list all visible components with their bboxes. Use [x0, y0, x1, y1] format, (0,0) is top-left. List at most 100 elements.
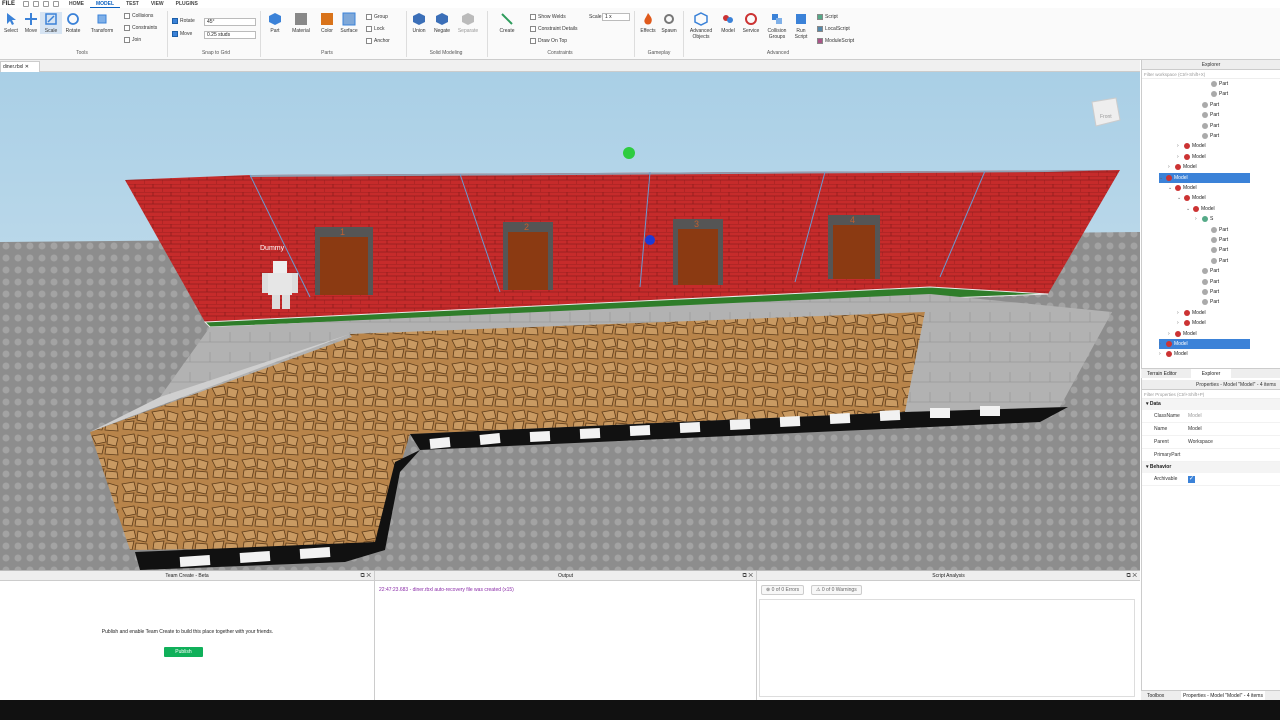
scale-tool-button[interactable]: Scale	[40, 12, 62, 34]
part-button[interactable]: Part	[264, 12, 286, 34]
explorer-tree-row[interactable]: Part	[1195, 131, 1219, 141]
property-row[interactable]: PrimaryPart	[1142, 449, 1280, 462]
explorer-tree-row[interactable]: Part	[1204, 225, 1228, 235]
color-button[interactable]: Color	[316, 12, 338, 34]
explorer-tree-row[interactable]: Part	[1204, 245, 1228, 255]
chevron-right-icon[interactable]: ›	[1159, 349, 1164, 359]
move-tool-button[interactable]: Move	[20, 12, 42, 34]
publish-button[interactable]: Publish	[164, 647, 203, 657]
chevron-right-icon[interactable]: ›	[1168, 329, 1173, 339]
3d-viewport[interactable]: 1 2 3 4 Dummy Front	[0, 72, 1140, 570]
explorer-tree-row[interactable]: Part	[1195, 121, 1219, 131]
float-panel-icon[interactable]: ⧉	[1126, 573, 1130, 579]
move-snap-checkbox[interactable]: Move	[172, 31, 192, 37]
draw-on-top-toggle[interactable]: Draw On Top	[530, 38, 567, 44]
explorer-tree-row[interactable]: ⌄ Model	[1159, 172, 1250, 183]
create-constraint-button[interactable]: Create	[496, 12, 518, 34]
tab-plugins[interactable]: PLUGINS	[170, 0, 204, 8]
select-tool-button[interactable]: Select	[0, 12, 22, 34]
tab-view[interactable]: VIEW	[145, 0, 170, 8]
properties-filter-input[interactable]: Filter Properties (Ctrl+Shift+P)	[1142, 390, 1280, 399]
explorer-tree-row[interactable]: › Model	[1177, 318, 1206, 328]
explorer-tree-row[interactable]: Part	[1195, 277, 1219, 287]
scale-handle-blue[interactable]	[645, 235, 655, 245]
rotate-snap-checkbox[interactable]: Rotate	[172, 18, 195, 24]
float-panel-icon[interactable]: ⧉	[360, 573, 364, 579]
document-tab[interactable]: diner.rbxl ✕	[0, 61, 40, 72]
effects-button[interactable]: Effects	[637, 12, 659, 34]
explorer-tree-row[interactable]: Part	[1195, 110, 1219, 120]
move-snap-input[interactable]: 0.25 studs	[204, 31, 256, 39]
explorer-tree-row[interactable]: Part	[1195, 287, 1219, 297]
explorer-tree-row[interactable]: Part	[1195, 100, 1219, 110]
tab-model[interactable]: MODEL	[90, 0, 121, 8]
script-button[interactable]: Script	[817, 14, 838, 20]
explorer-tree-row[interactable]: › Model	[1177, 141, 1206, 151]
close-panel-icon[interactable]: ✕	[1132, 573, 1137, 579]
save-icon[interactable]	[23, 1, 29, 7]
undo-icon[interactable]	[33, 1, 39, 7]
modulescript-button[interactable]: ModuleScript	[817, 38, 854, 44]
explorer-tree-row[interactable]: › Model	[1168, 162, 1197, 172]
model-button[interactable]: Model	[717, 12, 739, 34]
run-script-button[interactable]: Run Script	[790, 12, 812, 40]
tab-terrain-editor[interactable]: Terrain Editor	[1147, 370, 1177, 378]
anchor-button[interactable]: Anchor	[366, 38, 390, 44]
explorer-tree-row[interactable]: › Model	[1159, 349, 1188, 359]
tab-home[interactable]: HOME	[63, 0, 90, 8]
explorer-tree-row[interactable]: Part	[1195, 266, 1219, 276]
property-row[interactable]: Archivable ✓	[1142, 473, 1280, 486]
scale-handle-green[interactable]	[623, 147, 635, 159]
explorer-tree-row[interactable]: Part	[1204, 79, 1228, 89]
chevron-right-icon[interactable]: ›	[1168, 162, 1173, 172]
separate-button[interactable]: Separate	[457, 12, 479, 34]
chevron-right-icon[interactable]: ›	[1195, 214, 1200, 224]
explorer-tree-row[interactable]: › Model	[1168, 329, 1197, 339]
tab-explorer[interactable]: Explorer	[1191, 369, 1231, 379]
tab-test[interactable]: TEST	[120, 0, 145, 8]
explorer-tree-row[interactable]: Part	[1204, 235, 1228, 245]
explorer-tree-row[interactable]: › Model	[1159, 339, 1250, 349]
constraint-scale-input[interactable]: 1 x	[602, 13, 630, 21]
chevron-right-icon[interactable]: ›	[1177, 308, 1182, 318]
close-tab-icon[interactable]: ✕	[25, 64, 29, 70]
explorer-tree-row[interactable]: ⌄ Model	[1168, 183, 1197, 193]
service-button[interactable]: Service	[740, 12, 762, 34]
redo-icon[interactable]	[43, 1, 49, 7]
explorer-tree-row[interactable]: ⌄ Model	[1186, 204, 1215, 214]
advanced-objects-button[interactable]: Advanced Objects	[686, 12, 716, 40]
group-button[interactable]: Group	[366, 14, 388, 20]
localscript-button[interactable]: LocalScript	[817, 26, 850, 32]
explorer-tree-row[interactable]: › Model	[1177, 152, 1206, 162]
explorer-tree-row[interactable]: ⌄ Model	[1177, 193, 1206, 203]
errors-filter-button[interactable]: ⊗ 0 of 0 Errors	[761, 585, 805, 595]
transform-tool-button[interactable]: Transform	[88, 12, 116, 34]
chevron-right-icon[interactable]: ›	[1177, 141, 1182, 151]
explorer-tree-row[interactable]: › Model	[1177, 308, 1206, 318]
join-toggle[interactable]: Join	[124, 37, 141, 43]
material-button[interactable]: Material	[290, 12, 312, 34]
property-row[interactable]: Name Model	[1142, 423, 1280, 436]
file-menu[interactable]: FILE	[2, 1, 15, 7]
chevron-down-icon[interactable]: ⌄	[1177, 193, 1182, 203]
close-panel-icon[interactable]: ✕	[748, 573, 753, 579]
explorer-tree-row[interactable]: Part	[1195, 297, 1219, 307]
property-row[interactable]: ClassName Model	[1142, 410, 1280, 423]
explorer-tree-row[interactable]: Part	[1204, 256, 1228, 266]
collisions-toggle[interactable]: Collisions	[124, 13, 153, 19]
chevron-right-icon[interactable]: ›	[1177, 152, 1182, 162]
show-welds-toggle[interactable]: Show Welds	[530, 14, 566, 20]
property-row[interactable]: Parent Workspace	[1142, 436, 1280, 449]
explorer-tree-row[interactable]: Part	[1204, 89, 1228, 99]
lock-button[interactable]: Lock	[366, 26, 385, 32]
warnings-filter-button[interactable]: ⚠ 0 of 0 Warnings	[811, 585, 862, 595]
rotate-snap-input[interactable]: 45°	[204, 18, 256, 26]
explorer-filter-input[interactable]: Filter workspace (Ctrl+Shift+X)	[1142, 70, 1280, 79]
chevron-right-icon[interactable]: ›	[1177, 318, 1182, 328]
float-panel-icon[interactable]: ⧉	[742, 573, 746, 579]
rotate-tool-button[interactable]: Rotate	[62, 12, 84, 34]
close-panel-icon[interactable]: ✕	[366, 573, 371, 579]
explorer-tree-row[interactable]: › S	[1195, 214, 1213, 224]
constraints-toggle[interactable]: Constraints	[124, 25, 157, 31]
chevron-right-icon[interactable]: ›	[1159, 339, 1164, 349]
